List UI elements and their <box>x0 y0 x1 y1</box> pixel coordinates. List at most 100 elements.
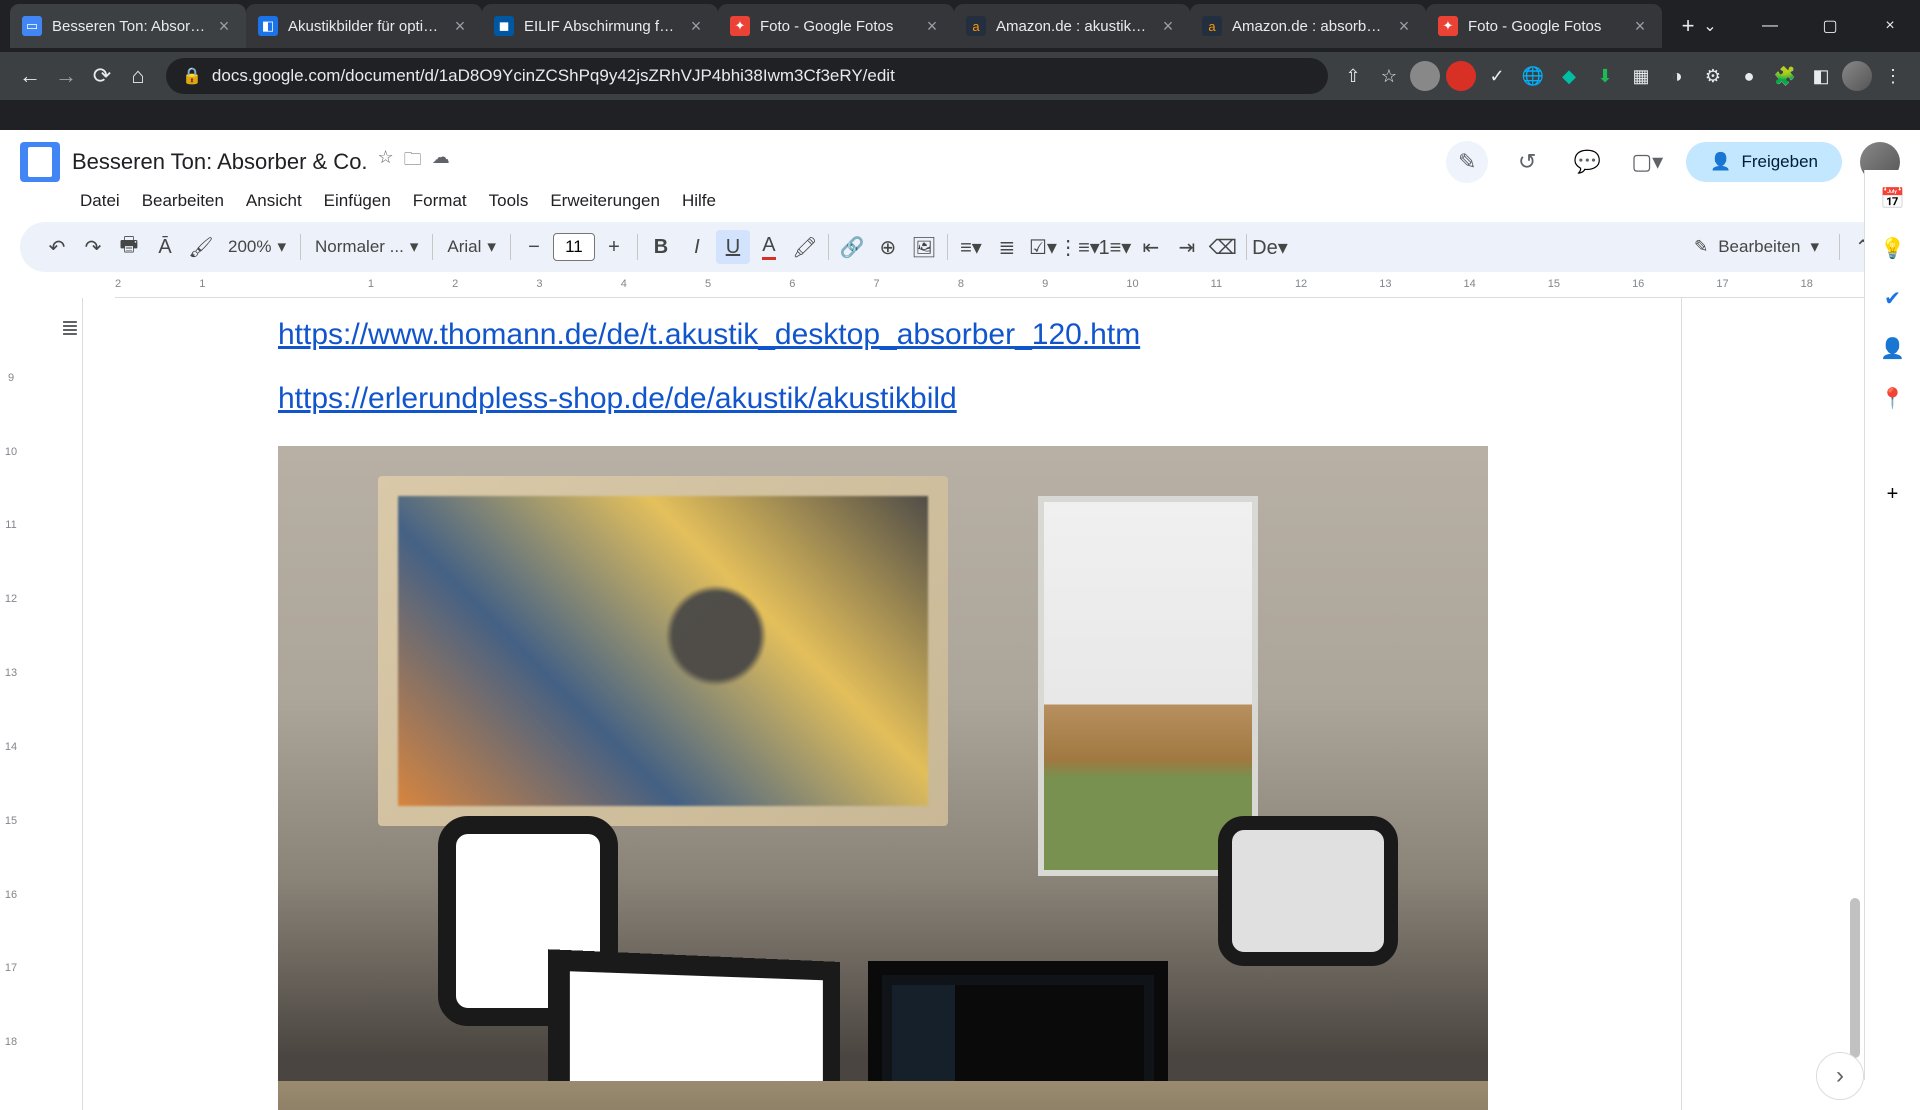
home-button[interactable]: ⌂ <box>120 58 156 94</box>
maps-icon[interactable]: 📍 <box>1879 384 1907 412</box>
inserted-image[interactable] <box>278 446 1488 1110</box>
menu-file[interactable]: Datei <box>70 187 130 215</box>
underline-button[interactable]: U <box>716 230 750 264</box>
browser-tab[interactable]: ✦ Foto - Google Fotos × <box>718 4 954 48</box>
spellcheck-button[interactable]: Ā <box>148 230 182 264</box>
menu-tools[interactable]: Tools <box>479 187 539 215</box>
browser-tab[interactable]: ▭ Besseren Ton: Absorber & Co. - × <box>10 4 246 48</box>
document-page[interactable]: https://www.thomann.de/de/t.akustik_desk… <box>82 298 1682 1110</box>
extension-icon[interactable]: ⚙ <box>1698 61 1728 91</box>
font-select[interactable]: Arial ▾ <box>439 230 504 264</box>
extension-icon[interactable]: ● <box>1734 61 1764 91</box>
extension-icon[interactable]: ◑ <box>1662 61 1692 91</box>
image-button[interactable]: 🖼 <box>907 230 941 264</box>
close-window-button[interactable]: × <box>1860 0 1920 52</box>
checklist-button[interactable]: ☑▾ <box>1026 230 1060 264</box>
italic-button[interactable]: I <box>680 230 714 264</box>
horizontal-ruler[interactable]: 2 1 1 2 3 4 5 6 7 8 9 10 11 12 13 14 15 … <box>115 278 1885 298</box>
edit-mode-select[interactable]: ✎ Bearbeiten ▾ <box>1680 237 1833 257</box>
add-panel-button[interactable]: + <box>1879 480 1907 508</box>
extension-icon[interactable]: ✓ <box>1482 61 1512 91</box>
extension-icon[interactable] <box>1410 61 1440 91</box>
sidepanel-icon[interactable]: ◧ <box>1806 61 1836 91</box>
calendar-icon[interactable]: 📅 <box>1879 184 1907 212</box>
close-icon[interactable]: × <box>450 16 470 36</box>
indent-decrease-button[interactable]: ⇤ <box>1134 230 1168 264</box>
menu-insert[interactable]: Einfügen <box>314 187 401 215</box>
scrollbar-thumb[interactable] <box>1850 898 1860 1058</box>
browser-tab[interactable]: a Amazon.de : akustikvorhang × <box>954 4 1190 48</box>
meet-button[interactable]: ✎ <box>1446 141 1488 183</box>
keep-icon[interactable]: 💡 <box>1879 234 1907 262</box>
close-icon[interactable]: × <box>1630 16 1650 36</box>
close-icon[interactable]: × <box>1394 16 1414 36</box>
highlight-button[interactable]: 🖍 <box>788 230 822 264</box>
move-icon[interactable]: 🗀 <box>404 147 422 177</box>
star-icon[interactable]: ☆ <box>378 147 394 177</box>
share-button[interactable]: 👤 Freigeben <box>1686 142 1842 182</box>
extension-icon[interactable]: ⬇ <box>1590 61 1620 91</box>
font-size-decrease[interactable]: − <box>517 230 551 264</box>
video-call-button[interactable]: ▢▾ <box>1626 141 1668 183</box>
minimize-button[interactable]: — <box>1740 0 1800 52</box>
clear-format-button[interactable]: ⌫ <box>1206 230 1240 264</box>
close-icon[interactable]: × <box>214 16 234 36</box>
extension-icon[interactable] <box>1446 61 1476 91</box>
maximize-button[interactable]: ▢ <box>1800 0 1860 52</box>
hyperlink[interactable]: https://www.thomann.de/de/t.akustik_desk… <box>278 318 1486 352</box>
menu-edit[interactable]: Bearbeiten <box>132 187 234 215</box>
menu-extensions[interactable]: Erweiterungen <box>540 187 670 215</box>
zoom-select[interactable]: 200% ▾ <box>220 230 294 264</box>
close-icon[interactable]: × <box>922 16 942 36</box>
align-button[interactable]: ≡▾ <box>954 230 988 264</box>
font-size-increase[interactable]: + <box>597 230 631 264</box>
url-input[interactable]: 🔒 docs.google.com/document/d/1aD8O9YcinZ… <box>166 58 1328 94</box>
browser-tab[interactable]: ◼ EILIF Abschirmung für Schreibt × <box>482 4 718 48</box>
link-button[interactable]: 🔗 <box>835 230 869 264</box>
history-button[interactable]: ↺ <box>1506 141 1548 183</box>
close-icon[interactable]: × <box>686 16 706 36</box>
hyperlink[interactable]: https://erlerundpless-shop.de/de/akustik… <box>278 382 1486 416</box>
dropdown-icon[interactable]: ⌄ <box>1680 0 1740 52</box>
share-icon[interactable]: ⇧ <box>1338 61 1368 91</box>
docs-logo[interactable] <box>20 142 60 182</box>
extension-icon[interactable]: ▦ <box>1626 61 1656 91</box>
indent-increase-button[interactable]: ⇥ <box>1170 230 1204 264</box>
reload-button[interactable]: ⟳ <box>84 58 120 94</box>
extension-icon[interactable]: ◆ <box>1554 61 1584 91</box>
document-title[interactable]: Besseren Ton: Absorber & Co. <box>72 149 368 175</box>
browser-tab[interactable]: a Amazon.de : absorber akustik × <box>1190 4 1426 48</box>
text-color-button[interactable]: A <box>752 230 786 264</box>
redo-button[interactable]: ↷ <box>76 230 110 264</box>
vertical-ruler[interactable]: 9 10 11 12 13 14 15 16 17 18 <box>0 298 22 1110</box>
number-list-button[interactable]: 1≡▾ <box>1098 230 1132 264</box>
explore-button[interactable]: › <box>1816 1052 1864 1100</box>
cloud-icon[interactable]: ☁ <box>432 147 450 177</box>
extensions-button[interactable]: 🧩 <box>1770 61 1800 91</box>
chrome-menu-button[interactable]: ⋮ <box>1878 61 1908 91</box>
menu-view[interactable]: Ansicht <box>236 187 312 215</box>
font-size-input[interactable] <box>553 233 595 261</box>
menu-format[interactable]: Format <box>403 187 477 215</box>
extension-icon[interactable]: 🌐 <box>1518 61 1548 91</box>
line-spacing-button[interactable]: ≣ <box>990 230 1024 264</box>
undo-button[interactable]: ↶ <box>40 230 74 264</box>
browser-tab[interactable]: ✦ Foto - Google Fotos × <box>1426 4 1662 48</box>
tasks-icon[interactable]: ✔ <box>1879 284 1907 312</box>
bold-button[interactable]: B <box>644 230 678 264</box>
comment-button[interactable]: ⊕ <box>871 230 905 264</box>
profile-avatar[interactable] <box>1842 61 1872 91</box>
dictation-button[interactable]: De▾ <box>1253 230 1287 264</box>
print-button[interactable]: 🖶 <box>112 230 146 264</box>
paint-format-button[interactable]: 🖌 <box>184 230 218 264</box>
back-button[interactable]: ← <box>12 58 48 94</box>
close-icon[interactable]: × <box>1158 16 1178 36</box>
forward-button[interactable]: → <box>48 58 84 94</box>
menu-help[interactable]: Hilfe <box>672 187 726 215</box>
browser-tab[interactable]: ◧ Akustikbilder für optimale Rau × <box>246 4 482 48</box>
bullet-list-button[interactable]: ⋮≡▾ <box>1062 230 1096 264</box>
style-select[interactable]: Normaler ... ▾ <box>307 230 426 264</box>
comments-button[interactable]: 💬 <box>1566 141 1608 183</box>
bookmark-icon[interactable]: ☆ <box>1374 61 1404 91</box>
contacts-icon[interactable]: 👤 <box>1879 334 1907 362</box>
